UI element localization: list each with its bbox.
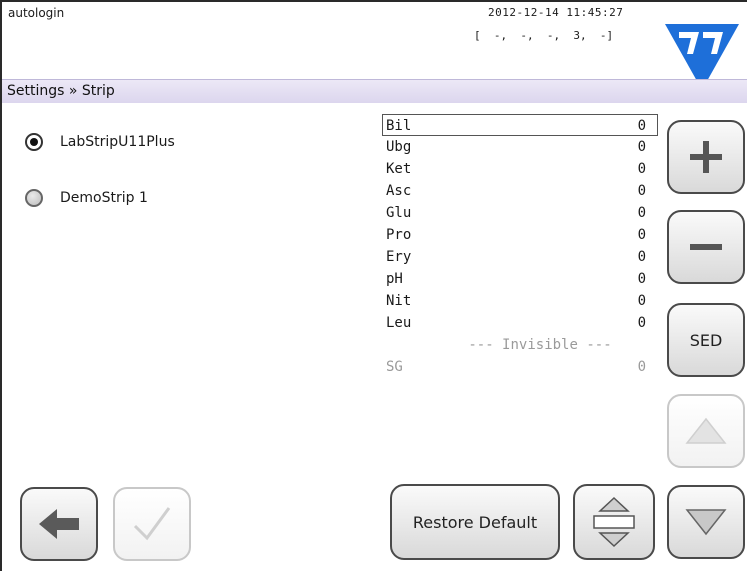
parameter-row[interactable]: Ery 0 — [382, 246, 658, 268]
sed-button-label: SED — [689, 330, 723, 350]
invisible-heading: --- Invisible --- — [468, 337, 612, 353]
parameter-value: 0 — [637, 271, 646, 287]
status-indicator: [ -, -, -, 3, -] — [474, 29, 614, 42]
parameter-name: Ubg — [386, 139, 412, 155]
ok-button[interactable] — [113, 487, 191, 561]
parameter-row[interactable]: Nit 0 — [382, 290, 658, 312]
parameter-value: 0 — [637, 359, 646, 375]
move-down-button[interactable] — [667, 485, 745, 559]
parameter-name: Pro — [386, 227, 412, 243]
triangle-up-icon — [685, 417, 727, 444]
move-up-button[interactable] — [667, 394, 745, 468]
parameter-row[interactable]: Asc 0 — [382, 180, 658, 202]
user-label: autologin — [8, 6, 65, 20]
parameter-name: Ery — [386, 249, 412, 265]
back-arrow-icon — [39, 509, 79, 539]
parameter-row[interactable]: Ubg 0 — [382, 136, 658, 158]
parameter-row[interactable]: pH 0 — [382, 268, 658, 290]
parameter-list[interactable]: Bil 0 Ubg 0 Ket 0 Asc 0 Glu 0 Pro 0 Ery … — [382, 114, 658, 462]
parameter-value: 0 — [637, 118, 646, 134]
parameter-value: 0 — [637, 315, 646, 331]
parameter-row[interactable]: Pro 0 — [382, 224, 658, 246]
parameter-name: Nit — [386, 293, 412, 309]
parameter-value: 0 — [637, 205, 646, 221]
parameter-value: 0 — [637, 139, 646, 155]
parameter-value: 0 — [637, 293, 646, 309]
restore-default-label: Restore Default — [412, 512, 538, 532]
parameter-name: pH — [386, 271, 403, 287]
plus-icon — [690, 141, 722, 173]
back-button[interactable] — [20, 487, 98, 561]
scroll-up-down-button[interactable] — [573, 484, 655, 560]
minus-button[interactable] — [667, 210, 745, 284]
breadcrumb-bar: Settings » Strip — [2, 79, 747, 103]
minus-icon — [690, 244, 722, 250]
parameter-value: 0 — [637, 183, 646, 199]
parameter-value: 0 — [637, 227, 646, 243]
parameter-name: Asc — [386, 183, 412, 199]
parameter-row[interactable]: Glu 0 — [382, 202, 658, 224]
restore-default-button[interactable]: Restore Default — [390, 484, 560, 560]
strip-option-demostrip1[interactable]: DemoStrip 1 — [25, 189, 148, 207]
strip-option-label: LabStripU11Plus — [60, 134, 175, 150]
strip-option-label: DemoStrip 1 — [60, 190, 148, 206]
parameter-name: Bil — [386, 118, 412, 134]
triangle-down-icon — [685, 509, 727, 536]
parameter-name: Ket — [386, 161, 412, 177]
parameter-name: Leu — [386, 315, 412, 331]
strip-option-labstripu11plus[interactable]: LabStripU11Plus — [25, 133, 175, 151]
checkmark-icon — [133, 507, 171, 541]
plus-button[interactable] — [667, 120, 745, 194]
radio-unchecked-icon[interactable] — [25, 189, 43, 207]
parameter-row[interactable]: Bil 0 — [382, 114, 658, 136]
datetime: 2012-12-14 11:45:27 — [488, 6, 624, 19]
breadcrumb: Settings » Strip — [7, 83, 115, 99]
parameter-row-invisible[interactable]: SG 0 — [382, 356, 658, 378]
radio-checked-icon[interactable] — [25, 133, 43, 151]
sed-button[interactable]: SED — [667, 303, 745, 377]
parameter-name: SG — [386, 359, 403, 375]
up-down-icon — [593, 496, 635, 548]
parameter-row[interactable]: Leu 0 — [382, 312, 658, 334]
parameter-value: 0 — [637, 161, 646, 177]
top-bar: autologin 2012-12-14 11:45:27 [ -, -, -,… — [8, 0, 688, 78]
parameter-value: 0 — [637, 249, 646, 265]
parameter-name: Glu — [386, 205, 412, 221]
parameter-row[interactable]: Ket 0 — [382, 158, 658, 180]
